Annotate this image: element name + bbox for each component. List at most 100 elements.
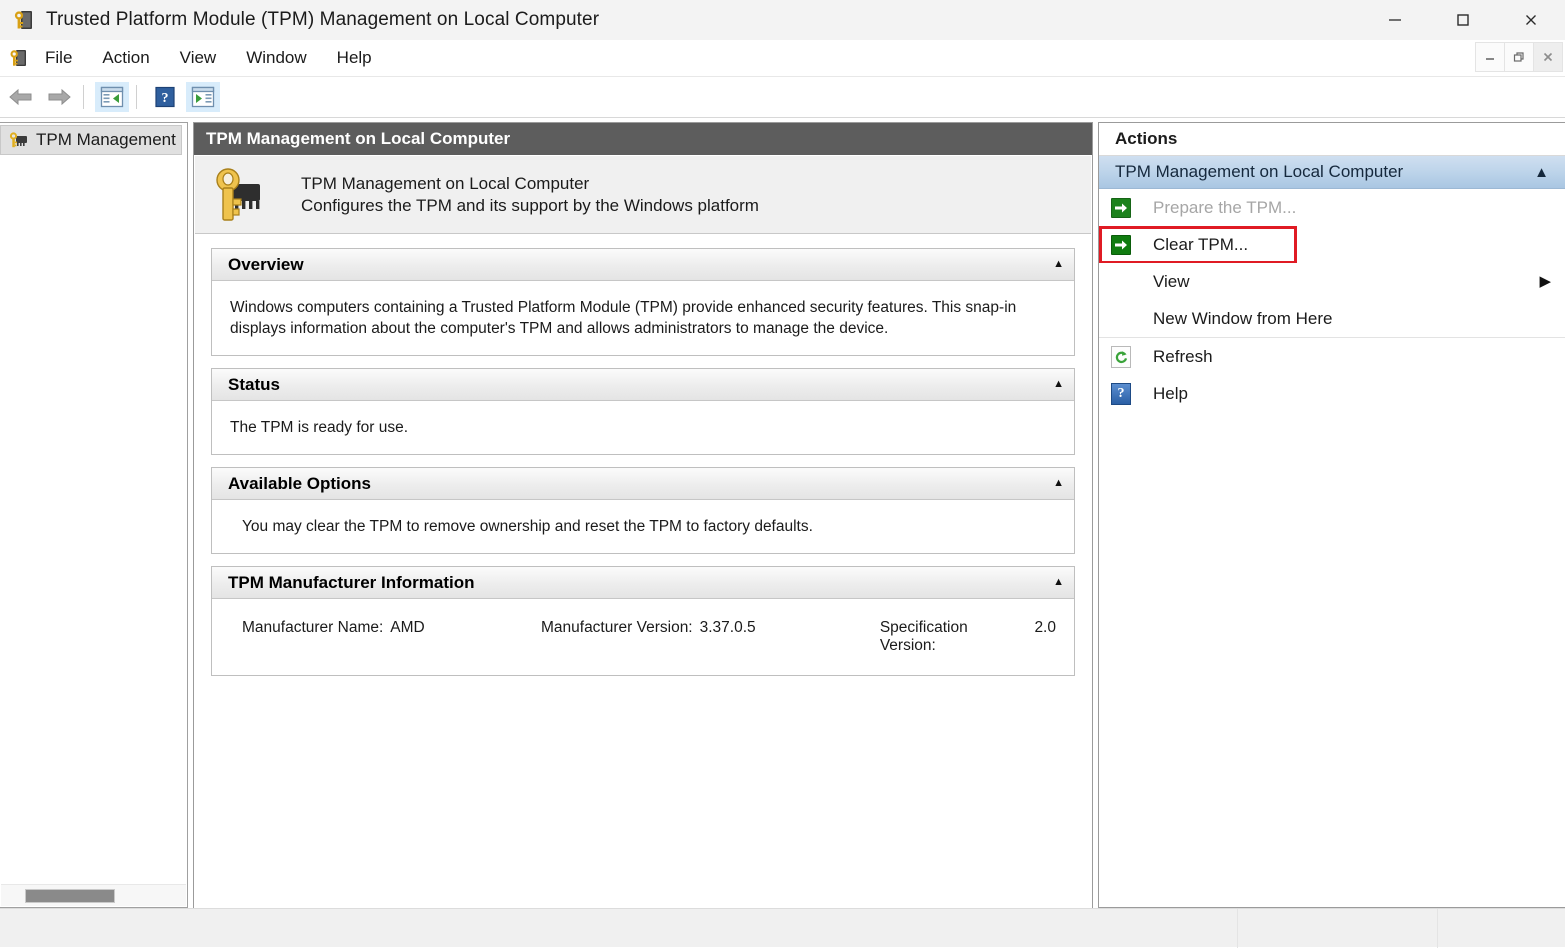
actions-pane: Actions TPM Management on Local Computer… (1098, 122, 1565, 908)
action-label: Prepare the TPM... (1153, 197, 1297, 217)
console-tree-pane: TPM Management (0, 122, 188, 908)
section-tpm-manufacturer-information: TPM Manufacturer Information ▲ Manufactu… (211, 566, 1075, 676)
show-hide-action-pane-icon[interactable] (186, 82, 220, 112)
field-value: 3.37.0.5 (699, 619, 756, 636)
actions-group-label: TPM Management on Local Computer (1115, 162, 1404, 181)
mdi-window-controls (1475, 42, 1563, 74)
window-titlebar: Trusted Platform Module (TPM) Management… (0, 0, 1565, 40)
page-banner: TPM Management on Local Computer Configu… (195, 156, 1091, 234)
page-title: TPM Management on Local Computer (206, 129, 511, 148)
section-available-options-body: You may clear the TPM to remove ownershi… (212, 500, 1074, 553)
status-pane-3 (1438, 909, 1565, 948)
refresh-icon (1109, 344, 1135, 370)
minimize-icon[interactable] (1361, 0, 1429, 40)
chevron-up-icon[interactable]: ▲ (1053, 478, 1064, 489)
action-help[interactable]: ? Help (1099, 375, 1565, 412)
window-title: Trusted Platform Module (TPM) Management… (46, 9, 600, 30)
tpm-key-chip-large-icon (211, 166, 263, 224)
tree-horizontal-scrollbar[interactable] (1, 884, 186, 906)
chevron-up-icon[interactable]: ▲ (1053, 379, 1064, 390)
close-icon[interactable] (1497, 0, 1565, 40)
specification-version-field: Specification Version: 2.0 (880, 619, 1056, 655)
mdi-restore-icon[interactable] (1504, 42, 1534, 72)
actions-header-label: Actions (1115, 129, 1178, 148)
help-icon: ? (1109, 381, 1135, 407)
tpm-key-chip-icon (7, 130, 29, 150)
status-pane-1 (0, 909, 1238, 948)
section-tpm-manufacturer-body: Manufacturer Name: AMD Manufacturer Vers… (212, 599, 1074, 675)
back-icon[interactable] (4, 82, 38, 112)
menu-view[interactable]: View (167, 44, 230, 72)
menu-help[interactable]: Help (324, 44, 385, 72)
manufacturer-version-field: Manufacturer Version: 3.37.0.5 (541, 619, 880, 655)
show-hide-console-tree-icon[interactable] (95, 82, 129, 112)
work-area: TPM Management TPM Management on Local C… (0, 118, 1565, 908)
menubar: File Action View Window Help (0, 40, 1565, 77)
tpm-key-chip-icon (12, 9, 34, 31)
help-icon[interactable]: ? (148, 82, 182, 112)
banner-title: TPM Management on Local Computer (301, 173, 590, 193)
sidebar-item-tpm-management[interactable]: TPM Management (0, 125, 182, 155)
page-banner-text: TPM Management on Local Computer Configu… (301, 173, 759, 217)
field-label: Manufacturer Name: (242, 619, 384, 636)
actions-pane-header: Actions (1099, 123, 1565, 156)
actions-group-header[interactable]: TPM Management on Local Computer ▲ (1099, 156, 1565, 189)
action-view[interactable]: View ▶ (1099, 263, 1565, 300)
action-clear-tpm-wrapper: Clear TPM... (1099, 226, 1565, 264)
chevron-up-icon[interactable]: ▲ (1534, 165, 1549, 180)
toolbar-separator (136, 85, 137, 109)
status-pane-2 (1238, 909, 1438, 948)
submenu-arrow-icon[interactable]: ▶ (1539, 274, 1551, 289)
toolbar: ? (0, 77, 1565, 118)
action-refresh[interactable]: Refresh (1099, 338, 1565, 375)
mdi-close-icon[interactable] (1533, 42, 1563, 72)
action-new-window-from-here[interactable]: New Window from Here (1099, 300, 1565, 337)
sections-container: Overview ▲ Windows computers containing … (194, 234, 1092, 676)
section-title: TPM Manufacturer Information (228, 572, 475, 592)
action-prepare-the-tpm[interactable]: Prepare the TPM... (1099, 189, 1565, 226)
center-result-pane: TPM Management on Local Computer TPM Man… (193, 122, 1093, 908)
scrollbar-thumb[interactable] (25, 889, 115, 903)
section-body-text: Windows computers containing a Trusted P… (230, 299, 1017, 337)
action-icon-placeholder (1109, 269, 1135, 295)
section-status-header[interactable]: Status ▲ (212, 369, 1074, 401)
section-available-options-header[interactable]: Available Options ▲ (212, 468, 1074, 500)
svg-text:?: ? (162, 91, 169, 106)
toolbar-separator (83, 85, 84, 109)
action-label: Refresh (1153, 346, 1213, 366)
status-bar (0, 908, 1565, 948)
section-body-text: The TPM is ready for use. (230, 419, 409, 436)
maximize-icon[interactable] (1429, 0, 1497, 40)
field-value: AMD (390, 619, 425, 636)
chevron-up-icon[interactable]: ▲ (1053, 577, 1064, 588)
banner-subtitle: Configures the TPM and its support by th… (301, 195, 759, 215)
mdi-minimize-icon[interactable] (1475, 42, 1505, 72)
action-label: New Window from Here (1153, 308, 1333, 328)
section-overview-body: Windows computers containing a Trusted P… (212, 281, 1074, 355)
section-available-options: Available Options ▲ You may clear the TP… (211, 467, 1075, 554)
manufacturer-name-field: Manufacturer Name: AMD (242, 619, 541, 655)
window-controls (1361, 0, 1565, 40)
field-value: 2.0 (1034, 619, 1056, 636)
center-pane-body: TPM Management on Local Computer Configu… (194, 156, 1092, 908)
sidebar-item-label: TPM Management (36, 130, 176, 149)
section-overview-header[interactable]: Overview ▲ (212, 249, 1074, 281)
center-pane-header: TPM Management on Local Computer (194, 123, 1092, 155)
chevron-up-icon[interactable]: ▲ (1053, 259, 1064, 270)
section-overview: Overview ▲ Windows computers containing … (211, 248, 1075, 356)
menu-file[interactable]: File (32, 44, 85, 72)
menu-action[interactable]: Action (89, 44, 162, 72)
forward-icon[interactable] (42, 82, 76, 112)
section-tpm-manufacturer-header[interactable]: TPM Manufacturer Information ▲ (212, 567, 1074, 599)
section-status-body: The TPM is ready for use. (212, 401, 1074, 454)
field-label: Manufacturer Version: (540, 619, 693, 636)
field-label: Specification Version: (879, 619, 968, 654)
action-label: Clear TPM... (1153, 234, 1249, 254)
green-arrow-icon (1109, 195, 1135, 221)
menu-window[interactable]: Window (233, 44, 319, 72)
action-label: View (1153, 271, 1190, 291)
section-body-text: You may clear the TPM to remove ownershi… (242, 518, 813, 535)
green-arrow-icon (1109, 232, 1135, 258)
action-clear-tpm[interactable]: Clear TPM... (1099, 226, 1565, 263)
action-icon-placeholder (1109, 306, 1135, 332)
